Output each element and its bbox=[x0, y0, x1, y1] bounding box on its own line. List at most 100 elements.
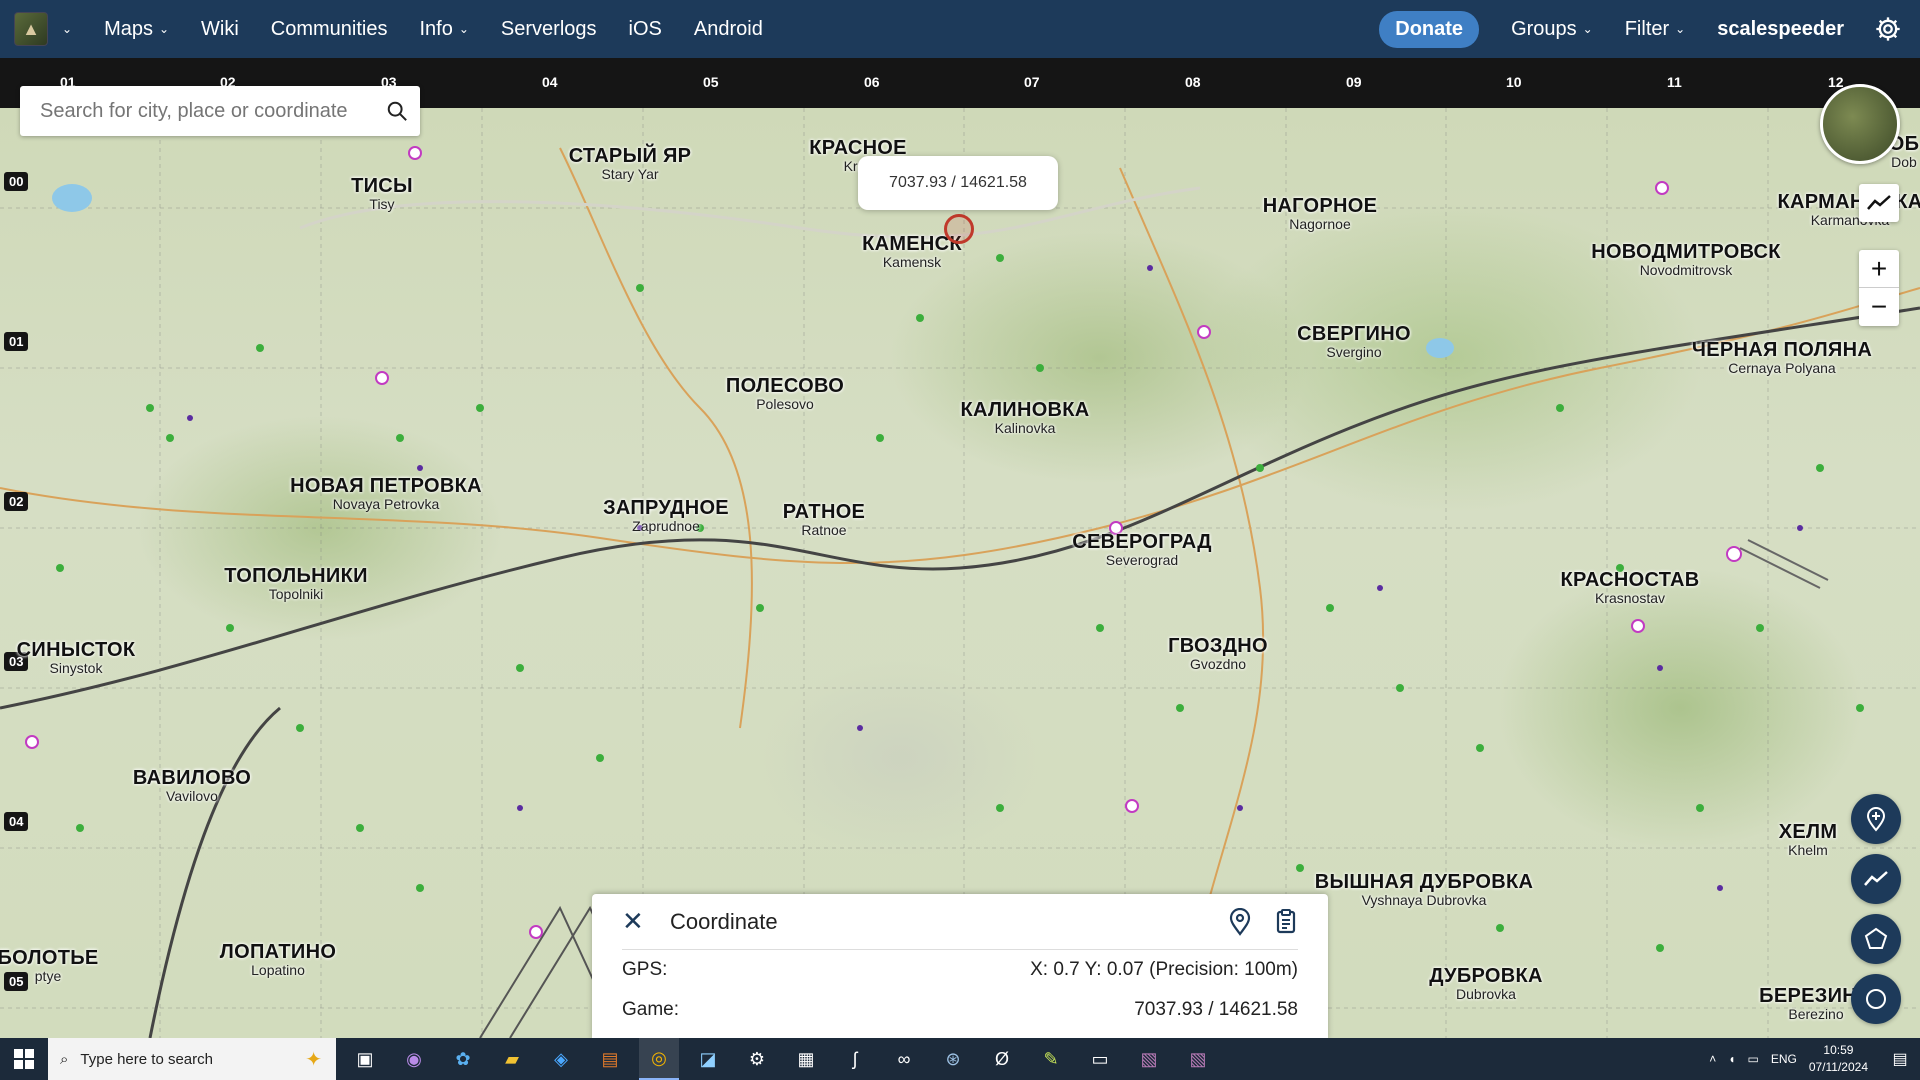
town-label[interactable]: СВЕРГИНО Svergino bbox=[1297, 324, 1411, 360]
nav-maps-label: Maps bbox=[104, 17, 153, 40]
town-label[interactable]: ТОПОЛЬНИКИ Topolniki bbox=[224, 566, 368, 602]
town-name-ru: ВЫШНАЯ ДУБРОВКА bbox=[1314, 871, 1534, 893]
copy-clipboard-icon[interactable] bbox=[1274, 908, 1298, 936]
nav-serverlogs[interactable]: Serverlogs bbox=[501, 18, 597, 41]
chevron-down-icon[interactable]: ⌄ bbox=[62, 22, 72, 36]
start-button[interactable] bbox=[0, 1038, 48, 1080]
gps-label: GPS: bbox=[622, 959, 668, 980]
town-label[interactable]: КАМЕНСК Kamensk bbox=[862, 234, 962, 270]
app-icon[interactable]: ∞ bbox=[884, 1038, 924, 1080]
town-label[interactable]: ВАВИЛОВО Vavilovo bbox=[133, 768, 251, 804]
draw-line-button[interactable] bbox=[1851, 854, 1901, 904]
notification-icon[interactable]: ▤ bbox=[1880, 1049, 1920, 1069]
nav-info[interactable]: Info ⌄ bbox=[420, 18, 469, 41]
coordinate-panel: ✕ Coordinate GPS: X: 0.7 Y: 0.07 (Precis… bbox=[592, 894, 1328, 1040]
location-pin-icon[interactable] bbox=[1228, 907, 1252, 936]
clock[interactable]: 10:59 07/11/2024 bbox=[1809, 1042, 1868, 1076]
chevron-up-icon[interactable]: ˄ bbox=[1709, 1052, 1716, 1066]
donate-button[interactable]: Donate bbox=[1379, 10, 1480, 48]
town-name-en: Novodmitrovsk bbox=[1639, 262, 1733, 278]
app-icon[interactable]: ▧ bbox=[1129, 1038, 1169, 1080]
steam-icon[interactable]: ⊛ bbox=[933, 1038, 973, 1080]
grid-row-label: 01 bbox=[4, 332, 29, 351]
user-profile-link[interactable]: scalespeeder bbox=[1717, 18, 1844, 41]
measure-line-button[interactable] bbox=[1859, 184, 1899, 222]
nav-maps[interactable]: Maps ⌄ bbox=[104, 18, 169, 41]
app-icon[interactable]: ▧ bbox=[1178, 1038, 1218, 1080]
search-icon[interactable] bbox=[386, 100, 408, 122]
calculator-icon[interactable]: ▦ bbox=[786, 1038, 826, 1080]
zoom-in-button[interactable]: + bbox=[1859, 250, 1899, 288]
copilot-app-icon[interactable]: ✿ bbox=[443, 1038, 483, 1080]
town-name-en: Khelm bbox=[1788, 842, 1828, 858]
windows-taskbar: ⌕ Type here to search ✦ ▣ ◉ ✿ ▰ ◈ ▤ ◎ ◪ … bbox=[0, 1038, 1920, 1080]
town-label[interactable]: СИНЫСТОК Sinystok bbox=[17, 640, 136, 676]
town-label[interactable]: ГВОЗДНО Gvozdno bbox=[1168, 636, 1268, 672]
town-label[interactable]: ПОЛЕСОВО Polesovo bbox=[726, 376, 844, 412]
messenger-app-icon[interactable]: ◉ bbox=[394, 1038, 434, 1080]
town-name-en: Sinystok bbox=[49, 660, 103, 676]
town-name-ru: ЛОПАТИНО bbox=[219, 941, 337, 963]
zoom-out-button[interactable]: − bbox=[1859, 288, 1899, 326]
terminal-icon[interactable]: ▭ bbox=[1080, 1038, 1120, 1080]
language-indicator[interactable]: ENG bbox=[1771, 1052, 1797, 1066]
nav-info-label: Info bbox=[419, 17, 453, 40]
town-name-en: ptye bbox=[34, 968, 62, 984]
network-icon[interactable]: ▭ bbox=[1747, 1052, 1758, 1066]
nav-wiki[interactable]: Wiki bbox=[201, 18, 239, 41]
app-icon[interactable]: ◈ bbox=[541, 1038, 581, 1080]
circle-icon bbox=[1866, 989, 1886, 1009]
town-label[interactable]: РАТНОЕ Ratnoe bbox=[783, 502, 865, 538]
file-explorer-icon[interactable]: ▰ bbox=[492, 1038, 532, 1080]
town-name-ru: ЧЕРНАЯ ПОЛЯНА bbox=[1691, 339, 1873, 361]
minimap-layer-switcher[interactable] bbox=[1820, 84, 1900, 164]
app-icon[interactable]: ʃ bbox=[835, 1038, 875, 1080]
town-name-ru: КАЛИНОВКА bbox=[960, 399, 1090, 421]
town-name-ru: СЕВЕРОГРАД bbox=[1072, 531, 1212, 553]
selected-location-marker[interactable] bbox=[944, 214, 974, 244]
nav-groups[interactable]: Groups ⌄ bbox=[1511, 18, 1593, 41]
town-label[interactable]: КАЛИНОВКА Kalinovka bbox=[960, 400, 1089, 436]
volume-icon[interactable]: ◖ bbox=[1728, 1052, 1735, 1066]
nav-serverlogs-label: Serverlogs bbox=[500, 17, 597, 40]
town-label[interactable]: ЛОПАТИНО Lopatino bbox=[220, 942, 336, 978]
nav-communities[interactable]: Communities bbox=[271, 18, 388, 41]
town-label[interactable]: СТАРЫЙ ЯР Stary Yar bbox=[569, 146, 692, 182]
draw-circle-button[interactable] bbox=[1851, 974, 1901, 1024]
nav-communities-label: Communities bbox=[270, 17, 388, 40]
task-view-icon[interactable]: ▣ bbox=[345, 1038, 385, 1080]
gear-icon[interactable] bbox=[1874, 15, 1902, 43]
draw-polygon-button[interactable] bbox=[1851, 914, 1901, 964]
settings-icon[interactable]: ⚙ bbox=[737, 1038, 777, 1080]
town-label[interactable]: ХЕЛМ Khelm bbox=[1779, 822, 1838, 858]
town-name-en: Krasnostav bbox=[1594, 590, 1666, 606]
grid-row-label: 04 bbox=[4, 812, 29, 831]
nav-android[interactable]: Android bbox=[694, 18, 763, 41]
chrome-browser-icon[interactable]: ◎ bbox=[639, 1038, 679, 1080]
town-label[interactable]: БОЛОТЬЕ ptye bbox=[0, 948, 99, 984]
town-label[interactable]: НОВОДМИТРОВСК Novodmitrovsk bbox=[1591, 242, 1781, 278]
town-label[interactable]: КРАСНОСТАВ Krasnostav bbox=[1561, 570, 1700, 606]
app-logo[interactable]: ▲ bbox=[14, 12, 48, 46]
town-name-en: Novaya Petrovka bbox=[332, 496, 440, 512]
town-label[interactable]: ТИСЫ Tisy bbox=[351, 176, 413, 212]
nav-filter[interactable]: Filter ⌄ bbox=[1625, 18, 1686, 41]
taskbar-search[interactable]: ⌕ Type here to search ✦ bbox=[48, 1038, 336, 1080]
town-label[interactable]: ДУБРОВКА Dubrovka bbox=[1429, 966, 1542, 1002]
top-navigation: ▲ ⌄ Maps ⌄ Wiki Communities Info ⌄ Serverl… bbox=[0, 0, 1920, 58]
nav-ios[interactable]: iOS bbox=[629, 18, 662, 41]
app-icon[interactable]: ▤ bbox=[590, 1038, 630, 1080]
town-label[interactable]: НАГОРНОЕ Nagornoe bbox=[1263, 196, 1378, 232]
dayz-icon[interactable]: Ø bbox=[982, 1038, 1022, 1080]
town-label[interactable]: ВЫШНАЯ ДУБРОВКА Vyshnaya Dubrovka bbox=[1315, 872, 1533, 908]
town-label[interactable]: ЗАПРУДНОЕ Zaprudnoe bbox=[603, 498, 729, 534]
add-marker-button[interactable] bbox=[1851, 794, 1901, 844]
search-input[interactable] bbox=[40, 99, 370, 123]
close-icon[interactable]: ✕ bbox=[622, 906, 652, 937]
app-icon[interactable]: ◪ bbox=[688, 1038, 728, 1080]
town-name-ru: ТИСЫ bbox=[351, 175, 413, 197]
town-label[interactable]: СЕВЕРОГРАД Severograd bbox=[1072, 532, 1212, 568]
notepad-icon[interactable]: ✎ bbox=[1031, 1038, 1071, 1080]
town-label[interactable]: ЧЕРНАЯ ПОЛЯНА Cernaya Polyana bbox=[1692, 340, 1872, 376]
town-label[interactable]: НОВАЯ ПЕТРОВКА Novaya Petrovka bbox=[290, 476, 482, 512]
